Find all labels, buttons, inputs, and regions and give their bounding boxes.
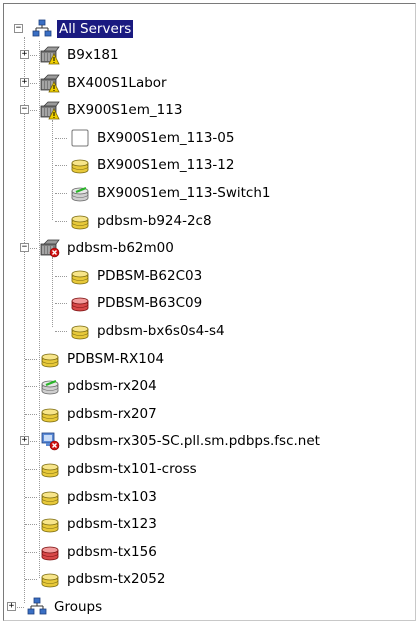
tree-item-bx900s1em-113[interactable]: − BX900S1em_113 — [20, 99, 184, 121]
server-rack-warning-icon — [40, 100, 60, 120]
tree-item-pdbsm-b62m00[interactable]: − pdbsm-b62m00 — [20, 237, 176, 259]
tree-line — [25, 469, 37, 470]
server-yellow-icon — [70, 266, 90, 286]
tree-line — [52, 120, 53, 220]
tree-item-label: BX900S1em_113 — [67, 102, 183, 119]
tree-item-pdbsm-b924-2c8[interactable]: pdbsm-b924-2c8 — [55, 210, 214, 232]
network-group-icon — [27, 597, 47, 617]
tree-item-bx900s1em-113-05[interactable]: BX900S1em_113-05 — [55, 127, 236, 149]
tree-item-label: PDBSM-B62C03 — [97, 267, 203, 284]
tree-item-pdbsm-tx101-cross[interactable]: pdbsm-tx101-cross — [25, 458, 199, 480]
tree-item-pdbsm-rx104[interactable]: PDBSM-RX104 — [25, 348, 166, 370]
tree-line — [25, 551, 37, 553]
switch-ok-icon — [70, 183, 90, 203]
tree-line — [55, 303, 67, 305]
server-yellow-icon — [40, 514, 60, 534]
tree-item-label: BX400S1Labor — [67, 74, 167, 91]
tree-item-label: BX900S1em_113-05 — [97, 129, 235, 146]
tree-item-label: pdbsm-tx2052 — [67, 571, 166, 588]
tree-item-label: pdbsm-tx123 — [67, 516, 157, 533]
tree-line — [24, 37, 25, 603]
collapse-toggle[interactable]: − — [20, 105, 29, 115]
server-yellow-icon — [40, 487, 60, 507]
tree-item-label: pdbsm-b62m00 — [67, 240, 174, 257]
server-rack-warning-icon — [40, 45, 60, 65]
tree-item-label: pdbsm-rx207 — [67, 405, 157, 422]
server-yellow-icon — [70, 155, 90, 175]
tree-line — [25, 524, 37, 526]
collapse-toggle[interactable]: − — [20, 243, 29, 253]
switch-ok-icon — [40, 376, 60, 396]
server-yellow-icon — [40, 459, 60, 479]
tree-item-label: Groups — [54, 599, 103, 615]
tree-line — [52, 257, 53, 327]
expand-toggle[interactable]: + — [20, 77, 29, 87]
tree-item-pdbsm-tx2052[interactable]: pdbsm-tx2052 — [25, 568, 167, 590]
tree-item-bx900s1em-113-switch1[interactable]: BX900S1em_113-Switch1 — [55, 182, 273, 204]
tree-item-label: PDBSM-RX104 — [67, 350, 165, 367]
tree-line — [55, 275, 67, 277]
server-yellow-icon — [70, 211, 90, 231]
tree-item-bx900s1em-113-12[interactable]: BX900S1em_113-12 — [55, 154, 236, 176]
tree-item-label: pdbsm-tx156 — [67, 543, 157, 560]
tree-line — [25, 358, 37, 360]
virtual-host-error-icon — [40, 431, 60, 451]
expand-toggle[interactable]: + — [7, 602, 16, 611]
tree-item-pdbsm-rx305-sc-pll-sm-pdbps-fsc-net[interactable]: + pdbsm-rx305-SC.pll.sm.pdbps.fsc.net — [20, 430, 322, 452]
collapse-toggle[interactable]: − — [14, 24, 23, 33]
tree-item-label: pdbsm-rx204 — [67, 378, 157, 395]
tree-line — [55, 165, 67, 167]
tree-item-label: PDBSM-B63C09 — [97, 295, 203, 312]
tree-item-pdbsm-tx123[interactable]: pdbsm-tx123 — [25, 513, 159, 535]
tree-item-label: pdbsm-tx101-cross — [67, 461, 197, 477]
tree-item-label: pdbsm-rx305-SC.pll.sm.pdbps.fsc.net — [67, 433, 320, 450]
tree-line — [25, 413, 37, 415]
server-yellow-icon — [40, 569, 60, 589]
tree-line — [55, 220, 67, 222]
tree-item-label: BX900S1em_113-Switch1 — [97, 185, 271, 201]
tree-item-label: All Servers — [57, 20, 134, 38]
tree-line — [55, 193, 67, 194]
tree-line — [55, 331, 67, 332]
tree-item-bx400s1labor[interactable]: + BX400S1Labor — [20, 72, 169, 94]
tree-item-groups[interactable]: + Groups — [7, 596, 104, 618]
server-yellow-icon — [70, 321, 90, 341]
tree-item-pdbsm-bx6s0s4-s4[interactable]: pdbsm-bx6s0s4-s4 — [55, 320, 227, 342]
tree-item-pdbsm-b63c09[interactable]: PDBSM-B63C09 — [55, 292, 204, 314]
tree-item-label: BX900S1em_113-12 — [97, 157, 235, 174]
tree-item-all-servers[interactable]: − All Servers — [14, 18, 134, 40]
tree-item-pdbsm-rx207[interactable]: pdbsm-rx207 — [25, 403, 159, 425]
tree-item-pdbsm-rx204[interactable]: pdbsm-rx204 — [25, 375, 159, 397]
network-group-icon — [32, 19, 52, 39]
blank-node-icon — [70, 128, 90, 148]
tree-item-pdbsm-tx103[interactable]: pdbsm-tx103 — [25, 486, 159, 508]
server-red-icon — [40, 542, 60, 562]
server-rack-warning-icon — [40, 73, 60, 93]
server-red-icon — [70, 293, 90, 313]
tree-item-label: pdbsm-bx6s0s4-s4 — [97, 323, 225, 339]
tree-item-pdbsm-b62c03[interactable]: PDBSM-B62C03 — [55, 265, 204, 287]
expand-toggle[interactable]: + — [20, 436, 29, 446]
tree-line — [25, 386, 37, 388]
tree-item-label: pdbsm-tx103 — [67, 488, 157, 505]
tree-line — [25, 496, 37, 498]
tree-item-label: pdbsm-b924-2c8 — [97, 212, 212, 229]
server-yellow-icon — [40, 404, 60, 424]
tree-item-label: B9x181 — [67, 47, 119, 63]
tree-line — [25, 579, 37, 581]
server-tree-panel: − All Servers + B9x181 + BX400S1Labor − BX… — [3, 3, 416, 621]
expand-toggle[interactable]: + — [20, 50, 29, 59]
server-rack-error-icon — [40, 238, 60, 258]
tree-item-pdbsm-tx156[interactable]: pdbsm-tx156 — [25, 541, 159, 563]
tree-line — [55, 137, 67, 139]
tree-item-b9x181[interactable]: + B9x181 — [20, 44, 121, 66]
server-yellow-icon — [40, 349, 60, 369]
